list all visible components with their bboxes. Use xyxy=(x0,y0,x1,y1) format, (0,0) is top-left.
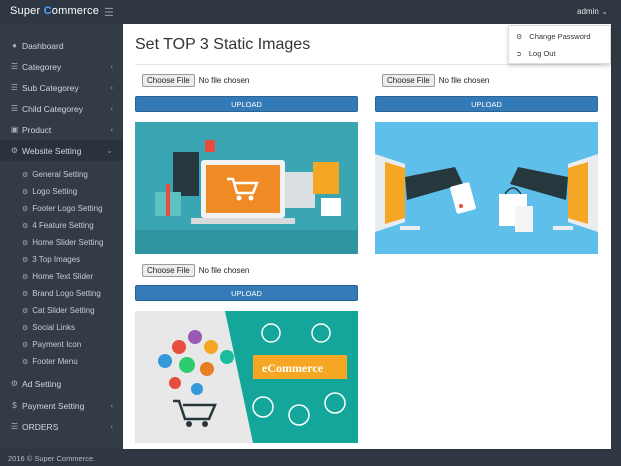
brand-logo[interactable]: Super Commerce xyxy=(10,5,99,17)
sidebar-item-sub-categorey[interactable]: ☰ Sub Categorey ‹ xyxy=(0,77,123,98)
list-icon: ☰ xyxy=(10,62,19,71)
sidebar: ● Dashboard ☰ Categorey ‹ ☰ Sub Categorey ‹ ☰… xyxy=(0,24,123,449)
sidebar-subitem-home-slider-setting[interactable]: ⚙ Home Slider Setting xyxy=(0,234,123,251)
gears-icon: ⚙ xyxy=(516,33,523,41)
user-menu-toggle[interactable]: admin ⌄ xyxy=(577,7,608,16)
user-dropdown-menu: ⚙ Change Password ➲ Log Out xyxy=(508,25,611,64)
sidebar-subitem-home-text-slider[interactable]: ⚙ Home Text Slider xyxy=(0,268,123,285)
sidebar-subitem-footer-menu[interactable]: ⚙ Footer Menu xyxy=(0,353,123,370)
list-icon: ☰ xyxy=(10,422,19,431)
upload-button-2[interactable]: UPLOAD xyxy=(375,96,598,112)
sidebar-subitem-general-setting[interactable]: ⚙ General Setting xyxy=(0,166,123,183)
gears-icon: ⚙ xyxy=(22,341,29,349)
banner-text: eCommerce xyxy=(262,361,324,375)
gears-icon: ⚙ xyxy=(10,146,19,155)
top-image-2 xyxy=(375,122,598,254)
sidebar-item-website-setting[interactable]: ⚙ Website Setting ⌄ xyxy=(0,140,123,161)
list-icon: ☰ xyxy=(10,83,19,92)
upload-button-1[interactable]: UPLOAD xyxy=(135,96,358,112)
choose-file-button[interactable]: Choose File xyxy=(142,264,195,277)
logout-icon: ➲ xyxy=(516,50,522,58)
dollar-icon: $ xyxy=(12,401,17,410)
top-image-1 xyxy=(135,122,358,254)
chevron-down-icon: ⌄ xyxy=(601,9,608,16)
sidebar-subitem-logo-setting[interactable]: ⚙ Logo Setting xyxy=(0,183,123,200)
sidebar-item-ad-setting[interactable]: ⚙ Ad Setting xyxy=(0,373,123,394)
chevron-left-icon: ‹ xyxy=(110,104,113,113)
gears-icon: ⚙ xyxy=(22,205,29,213)
sidebar-subitem-cat-slider-setting[interactable]: ⚙ Cat Slider Setting xyxy=(0,302,123,319)
gears-icon: ⚙ xyxy=(22,324,29,332)
sidebar-item-payment-setting[interactable]: $ Payment Setting ‹ xyxy=(0,395,123,416)
chevron-left-icon: ‹ xyxy=(110,83,113,92)
change-password-item[interactable]: ⚙ Change Password xyxy=(516,32,591,41)
sidebar-subitem-4-feature-setting[interactable]: ⚙ 4 Feature Setting xyxy=(0,217,123,234)
shopping-laptop-illustration xyxy=(135,122,358,254)
file-input-3[interactable]: Choose File No file chosen xyxy=(142,264,249,277)
gears-icon: ⚙ xyxy=(22,358,29,366)
logout-item[interactable]: ➲ Log Out xyxy=(516,49,556,58)
main-content: Set TOP 3 Static Images Choose File No f… xyxy=(123,24,611,449)
divider xyxy=(135,64,601,65)
page-scrollbar[interactable] xyxy=(611,24,621,449)
sidebar-item-product[interactable]: ▣ Product ‹ xyxy=(0,119,123,140)
gears-icon: ⚙ xyxy=(22,256,29,264)
sidebar-item-child-categorey[interactable]: ☰ Child Categorey ‹ xyxy=(0,98,123,119)
choose-file-button[interactable]: Choose File xyxy=(142,74,195,87)
top-navbar: Super Commerce ☰ admin ⌄ xyxy=(0,0,621,24)
sidebar-item-orders[interactable]: ☰ ORDERS ‹ xyxy=(0,416,123,437)
upload-button-3[interactable]: UPLOAD xyxy=(135,285,358,301)
gears-icon: ⚙ xyxy=(22,171,29,179)
chevron-left-icon: ‹ xyxy=(110,125,113,134)
dashboard-icon: ● xyxy=(12,41,17,50)
gears-icon: ⚙ xyxy=(10,379,19,388)
menu-toggle-icon[interactable]: ☰ xyxy=(104,6,114,19)
list-icon: ☰ xyxy=(10,104,19,113)
page-title: Set TOP 3 Static Images xyxy=(135,36,311,53)
gears-icon: ⚙ xyxy=(22,222,29,230)
choose-file-button[interactable]: Choose File xyxy=(382,74,435,87)
file-input-1[interactable]: Choose File No file chosen xyxy=(142,74,249,87)
sidebar-item-dashboard[interactable]: ● Dashboard xyxy=(0,35,123,56)
sidebar-subitem-payment-icon[interactable]: ⚙ Payment Icon xyxy=(0,336,123,353)
gears-icon: ⚙ xyxy=(22,239,29,247)
chevron-left-icon: ‹ xyxy=(110,401,113,410)
sidebar-subitem-3-top-images[interactable]: ⚙ 3 Top Images xyxy=(0,251,123,268)
cart-icon: ▣ xyxy=(10,125,19,134)
sidebar-item-categorey[interactable]: ☰ Categorey ‹ xyxy=(0,56,123,77)
gears-icon: ⚙ xyxy=(22,273,29,281)
sidebar-subitem-footer-logo-setting[interactable]: ⚙ Footer Logo Setting xyxy=(0,200,123,217)
ecommerce-banner-illustration: eCommerce xyxy=(135,311,358,443)
chevron-left-icon: ‹ xyxy=(110,62,113,71)
online-exchange-illustration xyxy=(375,122,598,254)
footer: 2016 © Super Commerce. xyxy=(0,449,621,466)
file-input-2[interactable]: Choose File No file chosen xyxy=(382,74,489,87)
chevron-down-icon: ⌄ xyxy=(106,146,113,155)
top-image-3: eCommerce xyxy=(135,311,358,443)
gears-icon: ⚙ xyxy=(22,307,29,315)
sidebar-subitem-social-links[interactable]: ⚙ Social Links xyxy=(0,319,123,336)
chevron-left-icon: ‹ xyxy=(110,422,113,431)
gears-icon: ⚙ xyxy=(22,188,29,196)
gears-icon: ⚙ xyxy=(22,290,29,298)
sidebar-subitem-brand-logo-setting[interactable]: ⚙ Brand Logo Setting xyxy=(0,285,123,302)
